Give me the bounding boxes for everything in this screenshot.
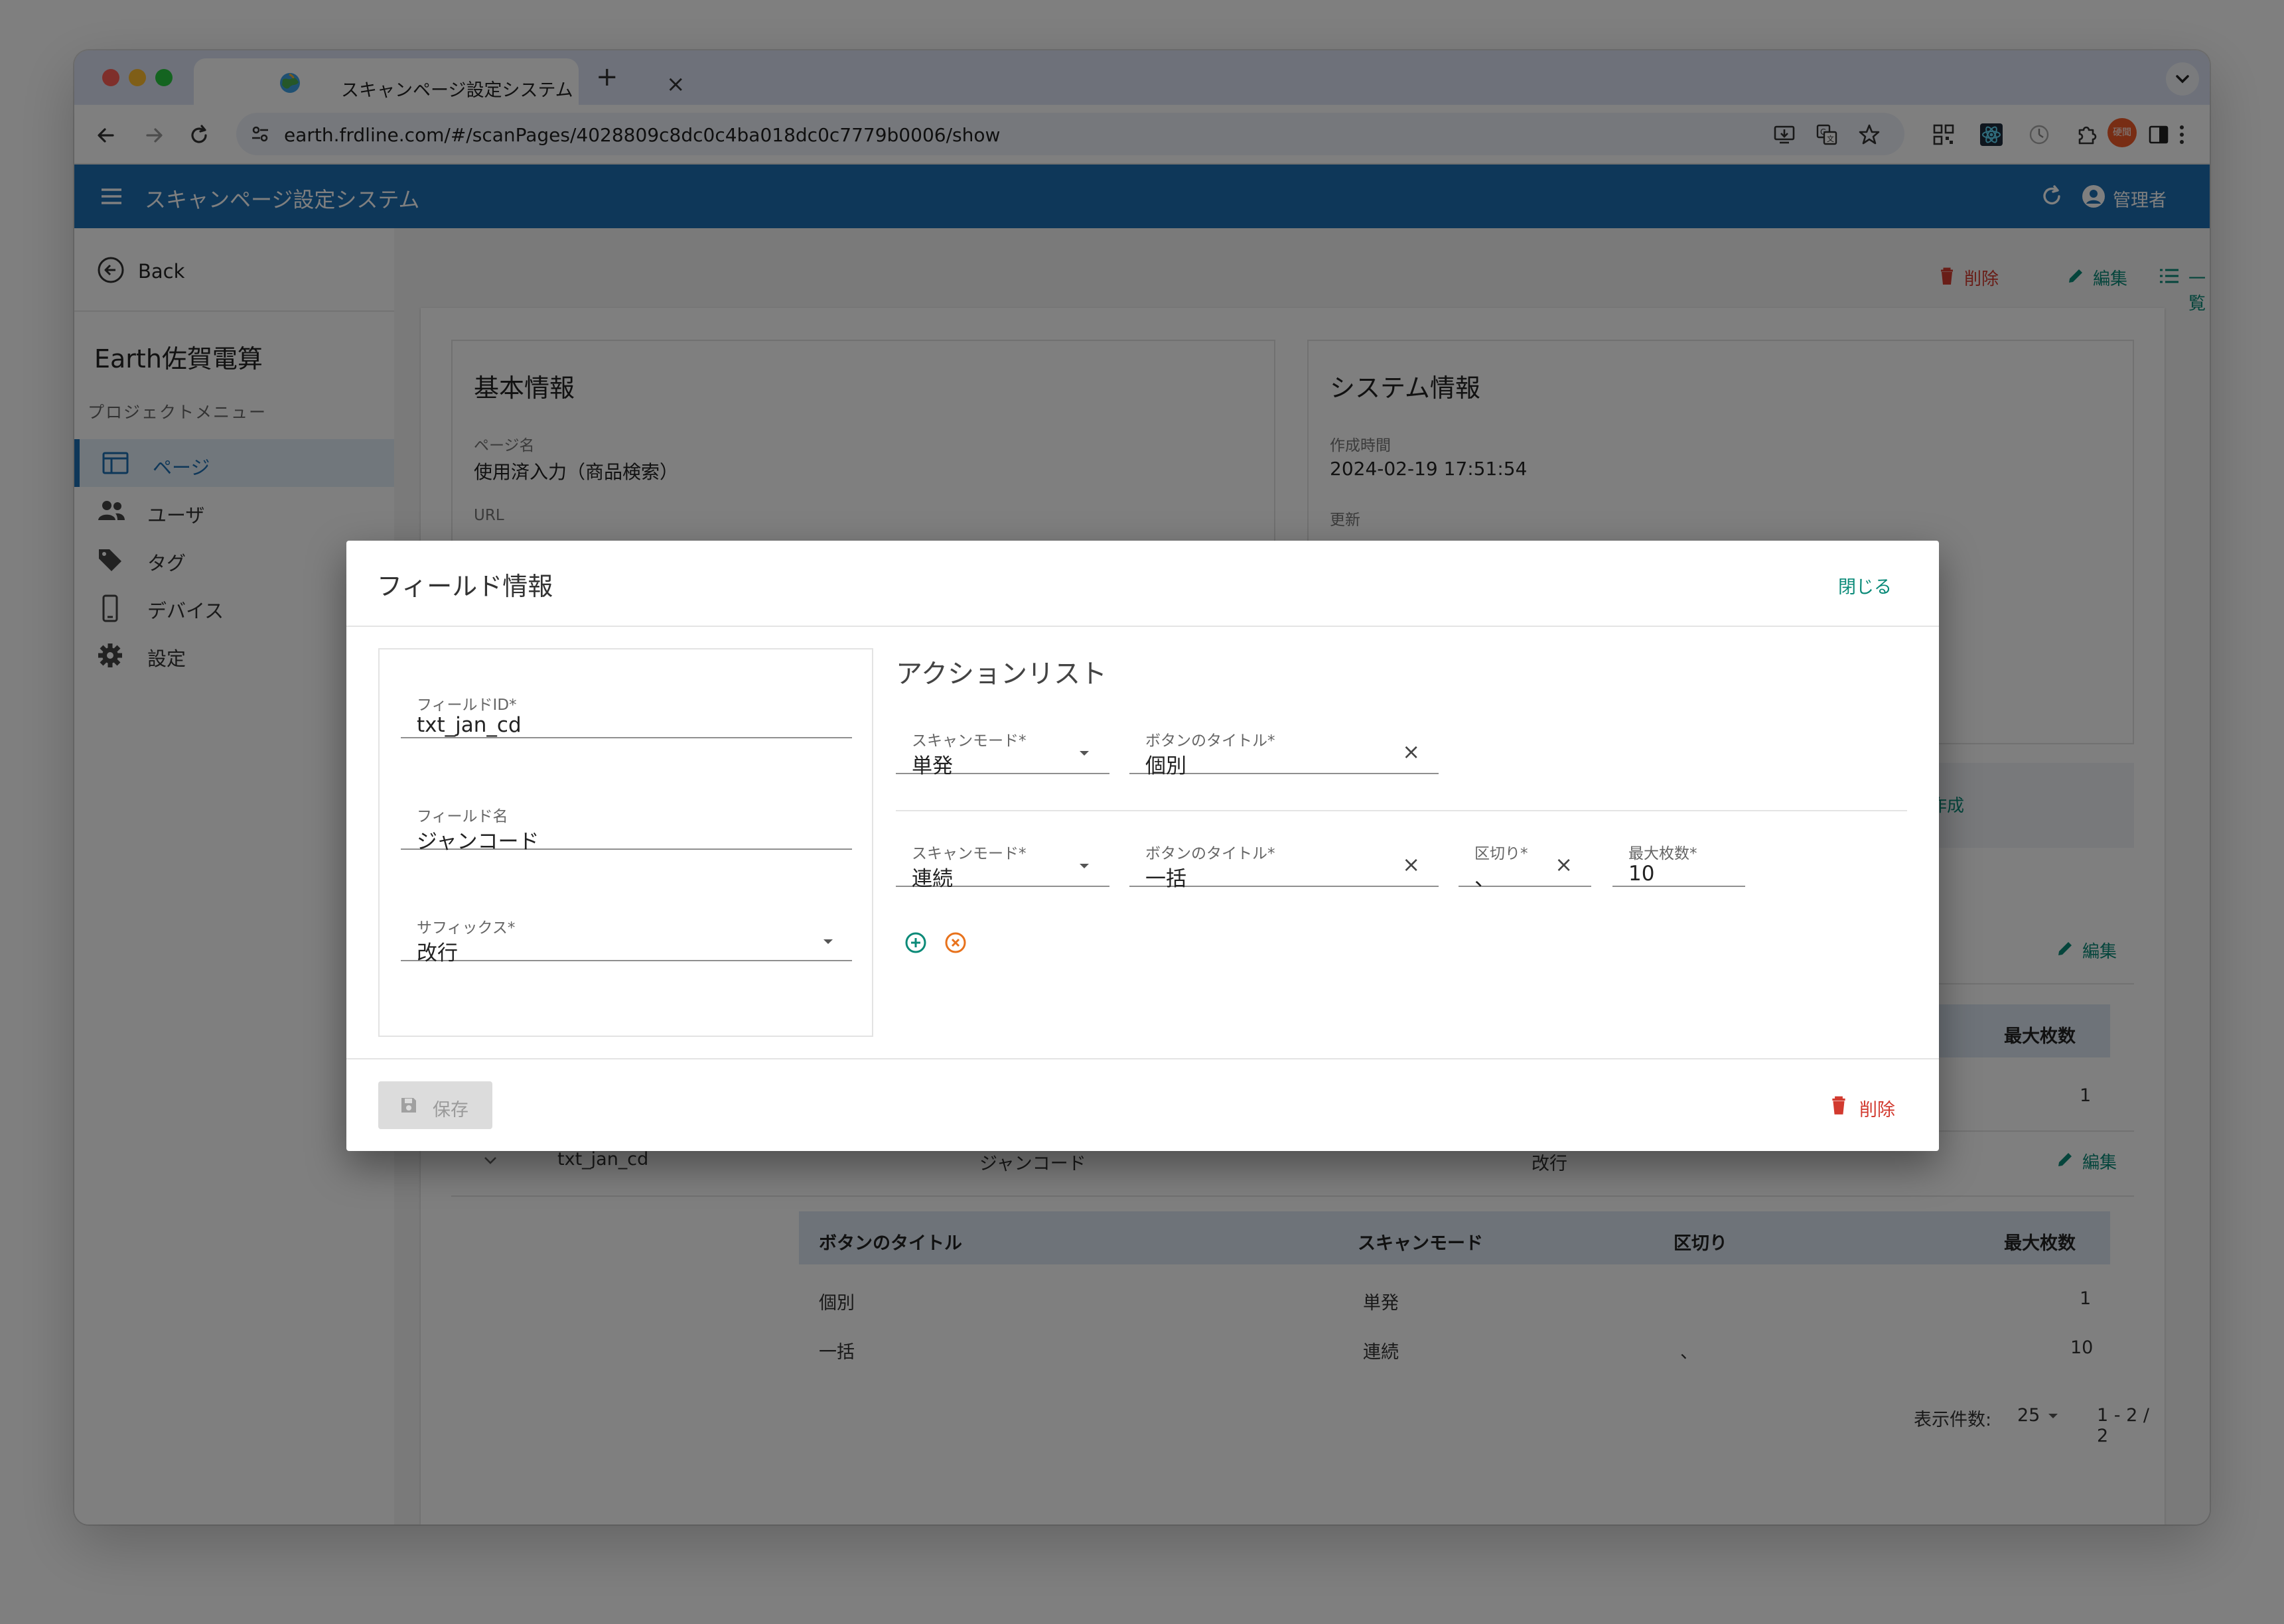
field-id-input[interactable]: フィールドID* txt_jan_cd — [401, 679, 852, 738]
save-button[interactable]: 保存 — [378, 1081, 492, 1129]
field-id-value[interactable]: txt_jan_cd — [417, 713, 522, 737]
trash-icon — [1832, 1096, 1845, 1115]
dialog-close-button[interactable]: 閉じる — [1838, 573, 1892, 598]
separator-label: 区切り* — [1474, 845, 1528, 862]
action-2-separator-input[interactable]: 区切り* 、 × — [1459, 827, 1591, 891]
action-2-max-count-input[interactable]: 最大枚数* 10 — [1612, 827, 1745, 887]
caret-down-icon[interactable] — [1076, 745, 1092, 761]
scan-mode-value[interactable]: 連続 — [912, 862, 953, 892]
action-1-scan-mode-select[interactable]: スキャンモード* 単発 — [896, 714, 1109, 778]
clear-icon[interactable]: × — [1402, 854, 1420, 875]
suffix-select[interactable]: サフィックス* 改行 — [401, 902, 852, 965]
max-count-label: 最大枚数* — [1628, 845, 1697, 862]
scan-mode-label: スキャンモード* — [912, 845, 1027, 862]
scan-mode-label: スキャンモード* — [912, 732, 1027, 750]
clear-icon[interactable]: × — [1555, 854, 1573, 875]
dialog-title: フィールド情報 — [377, 572, 553, 601]
caret-down-icon[interactable] — [1076, 858, 1092, 874]
field-id-label: フィールドID* — [417, 697, 517, 714]
suffix-value[interactable]: 改行 — [417, 936, 458, 966]
separator-value[interactable]: 、 — [1474, 862, 1495, 892]
dialog-delete-label: 削除 — [1859, 1100, 1895, 1120]
field-form-panel: フィールドID* txt_jan_cd フィールド名 ジャンコード サフィックス… — [378, 648, 873, 1037]
dialog-footer-divider — [346, 1058, 1939, 1059]
action-1-button-title-input[interactable]: ボタンのタイトル* 個別 × — [1129, 714, 1439, 778]
max-count-value[interactable]: 10 — [1628, 862, 1654, 886]
add-action-icon[interactable] — [904, 931, 928, 955]
button-title-value[interactable]: 一括 — [1145, 862, 1186, 892]
save-label: 保存 — [433, 1100, 468, 1120]
field-name-input[interactable]: フィールド名 ジャンコード — [401, 790, 852, 854]
button-title-label: ボタンのタイトル* — [1145, 732, 1275, 750]
button-title-value[interactable]: 個別 — [1145, 749, 1186, 779]
action-2-button-title-input[interactable]: ボタンのタイトル* 一括 × — [1129, 827, 1439, 891]
action-divider — [896, 810, 1907, 811]
clear-icon[interactable]: × — [1402, 741, 1420, 762]
button-title-label: ボタンのタイトル* — [1145, 845, 1275, 862]
suffix-label: サフィックス* — [417, 919, 516, 937]
dialog-header-divider — [346, 626, 1939, 627]
field-info-dialog: フィールド情報 閉じる フィールドID* txt_jan_cd フィールド名 ジ… — [346, 541, 1939, 1151]
scan-mode-value[interactable]: 単発 — [912, 749, 953, 779]
caret-down-icon[interactable] — [820, 933, 836, 949]
save-disk-icon — [401, 1098, 416, 1113]
field-name-value[interactable]: ジャンコード — [417, 825, 539, 854]
action-2-scan-mode-select[interactable]: スキャンモード* 連続 — [896, 827, 1109, 891]
action-list-title: アクションリスト — [896, 659, 1107, 689]
remove-action-icon[interactable] — [944, 931, 967, 955]
field-name-label: フィールド名 — [417, 808, 508, 825]
